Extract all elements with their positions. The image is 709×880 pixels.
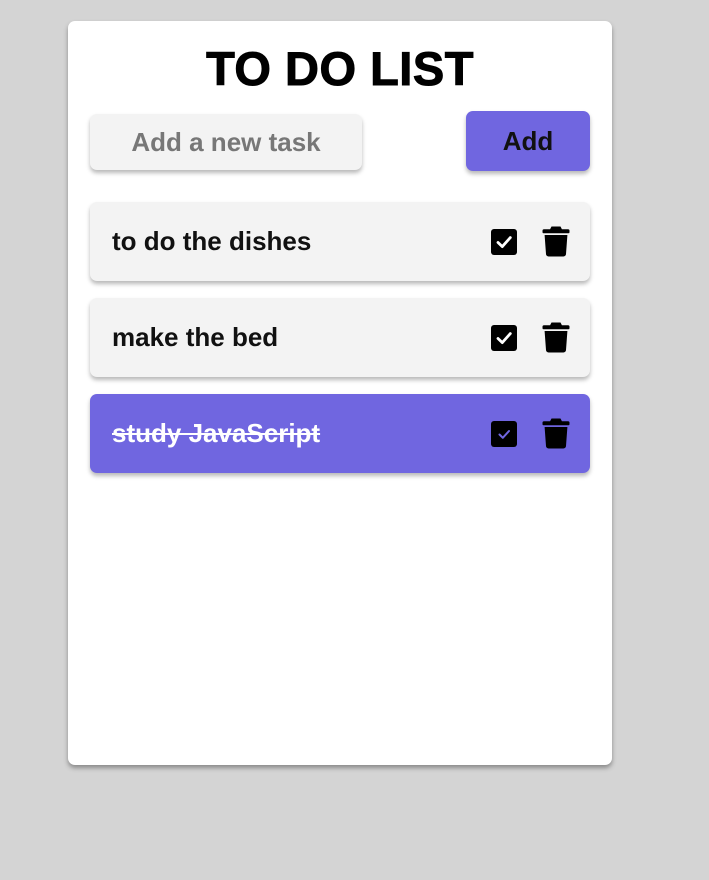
- trash-icon: [542, 322, 570, 353]
- checkbox-check-icon: [491, 325, 517, 351]
- task-text[interactable]: to do the dishes: [112, 202, 311, 281]
- delete-task-button[interactable]: [542, 321, 570, 353]
- delete-task-button[interactable]: [542, 225, 570, 257]
- task-item: to do the dishes: [90, 202, 590, 281]
- new-task-input[interactable]: [90, 114, 362, 170]
- complete-task-button[interactable]: [490, 420, 518, 448]
- checkbox-check-icon: [491, 229, 517, 255]
- page-title: TO DO LIST: [206, 42, 474, 95]
- complete-task-button[interactable]: [490, 324, 518, 352]
- task-item-completed: study JavaScript: [90, 394, 590, 473]
- todo-card: TO DO LIST Add to do the dishes make the…: [68, 21, 612, 765]
- delete-task-button[interactable]: [542, 417, 570, 449]
- trash-icon: [542, 226, 570, 257]
- task-list: to do the dishes make the bed study Java…: [90, 202, 590, 490]
- checkbox-check-icon: [491, 421, 517, 447]
- task-text[interactable]: study JavaScript: [112, 394, 320, 473]
- task-item: make the bed: [90, 298, 590, 377]
- add-task-button[interactable]: Add: [466, 111, 590, 171]
- complete-task-button[interactable]: [490, 228, 518, 256]
- task-text[interactable]: make the bed: [112, 298, 278, 377]
- trash-icon: [542, 418, 570, 449]
